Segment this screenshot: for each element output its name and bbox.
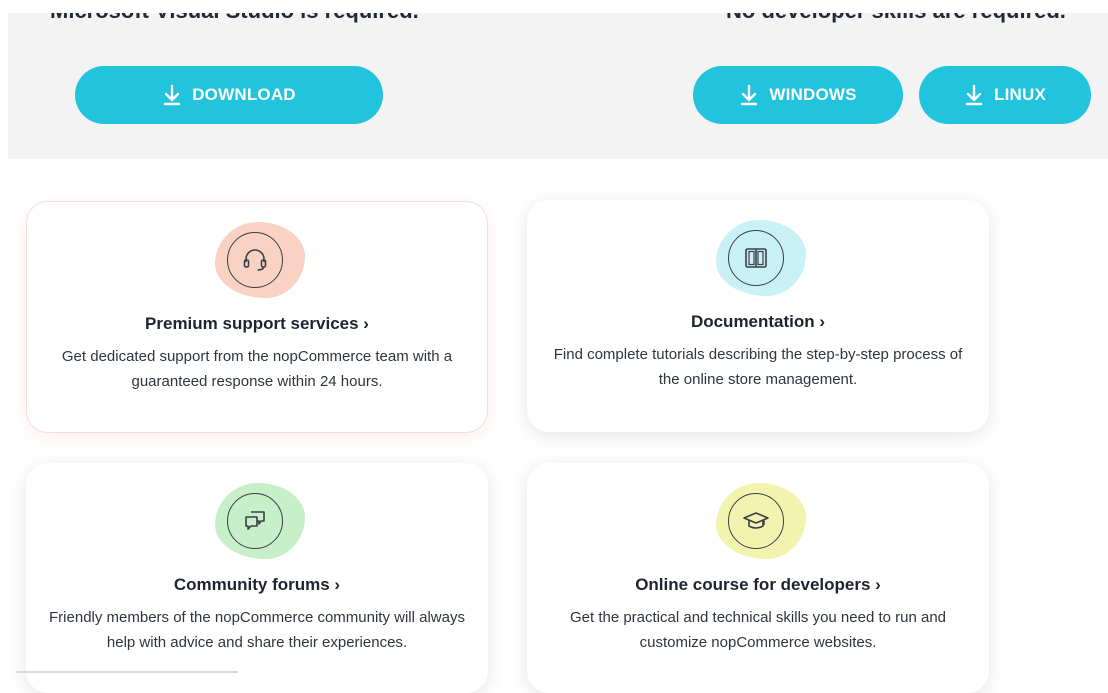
forums-icon-badge: [207, 481, 307, 565]
card-title[interactable]: Documentation ›: [527, 312, 989, 332]
book-icon: [728, 230, 784, 286]
download-button[interactable]: DOWNLOAD: [75, 66, 383, 124]
windows-button-label: WINDOWS: [769, 85, 857, 104]
card-premium-support[interactable]: Premium support services › Get dedicated…: [26, 201, 488, 433]
linux-download-button[interactable]: LINUX: [919, 66, 1091, 124]
card-description: Get the practical and technical skills y…: [569, 609, 947, 651]
card-online-course[interactable]: Online course for developers › Get the p…: [527, 463, 989, 693]
card-title[interactable]: Online course for developers ›: [527, 575, 989, 595]
card-community-forums[interactable]: Community forums › Friendly members of t…: [26, 463, 488, 693]
top-clip: [0, 0, 1108, 13]
linux-button-label: LINUX: [994, 85, 1046, 104]
card-description: Find complete tutorials describing the s…: [553, 346, 963, 388]
documentation-icon-badge: [708, 218, 808, 302]
download-arrow-icon: [741, 84, 758, 106]
course-icon-badge: [708, 481, 808, 565]
card-title[interactable]: Premium support services ›: [27, 314, 487, 334]
card-description: Friendly members of the nopCommerce comm…: [49, 609, 465, 651]
support-icon-badge: [207, 220, 307, 304]
graduation-cap-icon: [728, 493, 784, 549]
download-arrow-icon: [164, 84, 181, 106]
card-title[interactable]: Community forums ›: [26, 575, 488, 595]
download-button-label: DOWNLOAD: [192, 85, 296, 104]
card-description: Get dedicated support from the nopCommer…: [61, 348, 453, 390]
download-arrow-icon: [965, 84, 983, 106]
card-documentation[interactable]: Documentation › Find complete tutorials …: [527, 200, 989, 432]
windows-download-button[interactable]: WINDOWS: [693, 66, 903, 124]
chat-bubbles-icon: [227, 493, 283, 549]
headset-icon: [227, 232, 283, 288]
